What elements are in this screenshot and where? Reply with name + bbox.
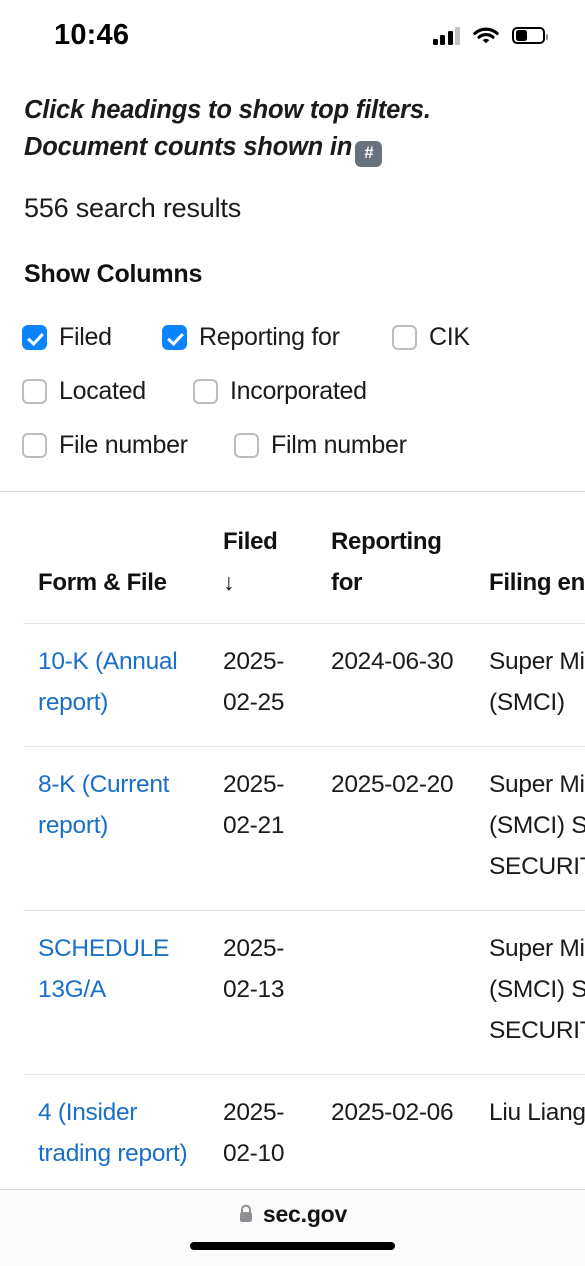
checkbox-filed-label: Filed [59,322,112,351]
search-results-table: Form & File Filed ↓ Reporting for Filing… [23,492,585,1189]
column-header-form-file[interactable]: Form & File [23,492,209,624]
checkbox-row: Filed Reporting for CIK [22,310,563,364]
cell-form-file: 8-K (Current report) [23,746,209,911]
hash-badge-icon: # [355,141,383,167]
cell-filing-entity: Super Micro Computer Inc (SMCI) SUSQUEHA… [475,910,585,1075]
checkbox-cik-box[interactable] [392,324,417,350]
column-header-form-file-label: Form & File [38,569,167,596]
cell-form-file: 10-K (Annual report) [23,623,209,747]
checkbox-located[interactable]: Located [22,377,193,406]
filter-hint-text: Click headings to show top filters. Docu… [0,92,585,167]
table-row: 8-K (Current report) 2025-02-21 2025-02-… [23,746,585,911]
cell-form-file: SCHEDULE 13G/A [23,910,209,1075]
checkbox-row: Located Incorporated [22,364,563,418]
filter-hint-line-2: Document counts shown in # [24,129,561,167]
cell-filing-entity: Super Micro Computer Inc (SMCI) SUSQUEHA… [475,746,585,911]
sort-descending-arrow-icon: ↓ [223,569,235,595]
column-header-filing-entity-label: Filing entity/person [489,569,585,596]
checkbox-file-number[interactable]: File number [22,431,234,460]
battery-icon [512,26,548,44]
table-row: 10-K (Annual report) 2025-02-25 2024-06-… [23,623,585,747]
filter-hint-line-1: Click headings to show top filters. [24,96,431,124]
checkbox-row: File number Film number [22,418,563,472]
form-type-link[interactable]: 10-K (Annual report) [38,648,178,716]
table-header-row: Form & File Filed ↓ Reporting for Filing… [23,492,585,624]
status-bar: 10:46 [0,0,585,70]
cell-filed: 2025-02-25 [209,623,317,747]
browser-bottom-bar: sec.gov [0,1189,585,1266]
form-type-link[interactable]: 8-K (Current report) [38,771,169,839]
checkbox-incorporated-label: Incorporated [230,376,367,405]
status-bar-indicators [432,26,548,45]
search-results-table-wrap: Form & File Filed ↓ Reporting for Filing… [0,491,585,1189]
cell-form-file: 4 (Insider trading report) [23,1074,209,1189]
cellular-signal-icon [432,26,460,45]
column-header-filed[interactable]: Filed ↓ [209,492,317,624]
column-header-reporting-for-label: Reporting for [331,528,442,596]
lock-icon [238,1204,254,1224]
cell-filing-entity: Liu Liang [475,1074,585,1189]
checkbox-filed[interactable]: Filed [22,323,162,352]
checkbox-cik-label: CIK [429,322,470,351]
cell-filed: 2025-02-10 [209,1074,317,1189]
form-type-link[interactable]: 4 (Insider trading report) [38,1099,188,1167]
cell-filing-entity: Super Micro Computer Inc (SMCI) [475,623,585,747]
checkbox-located-box[interactable] [22,378,47,404]
column-header-filed-label: Filed [223,528,278,555]
filter-hint-line-2-text: Document counts shown in [24,133,353,161]
url-text: sec.gov [262,1200,348,1227]
show-columns-heading: Show Columns [24,260,203,288]
column-header-filing-entity[interactable]: Filing entity/person [475,492,585,624]
table-row: SCHEDULE 13G/A 2025-02-13 Super Micro Co… [23,910,585,1075]
checkbox-film-number-box[interactable] [234,432,259,458]
cell-filed: 2025-02-13 [209,910,317,1075]
table-row: 4 (Insider trading report) 2025-02-10 20… [23,1074,585,1189]
checkbox-reporting-for-label: Reporting for [199,322,340,351]
cell-reporting-for: 2025-02-20 [317,746,475,911]
checkbox-located-label: Located [59,376,146,405]
url-bar[interactable]: sec.gov [0,1190,585,1238]
checkbox-film-number[interactable]: Film number [234,431,407,460]
cell-reporting-for: 2024-06-30 [317,623,475,747]
checkbox-film-number-label: Film number [271,430,407,459]
form-type-link[interactable]: SCHEDULE 13G/A [38,935,169,1003]
page-content: Click headings to show top filters. Docu… [0,70,585,1189]
checkbox-cik[interactable]: CIK [392,323,470,352]
checkbox-file-number-box[interactable] [22,432,47,458]
wifi-icon [473,26,499,45]
search-results-count: 556 search results [24,193,242,223]
show-columns-checkbox-group: Filed Reporting for CIK Located Incorpor… [0,310,585,472]
checkbox-reporting-for[interactable]: Reporting for [162,323,392,352]
home-indicator[interactable] [190,1242,395,1250]
checkbox-incorporated[interactable]: Incorporated [193,377,367,406]
checkbox-filed-box[interactable] [22,324,47,350]
cell-reporting-for [317,910,475,1075]
column-header-reporting-for[interactable]: Reporting for [317,492,475,624]
cell-filed: 2025-02-21 [209,746,317,911]
cell-reporting-for: 2025-02-06 [317,1074,475,1189]
checkbox-incorporated-box[interactable] [193,378,218,404]
status-bar-time: 10:46 [54,18,130,51]
checkbox-file-number-label: File number [59,430,188,459]
checkbox-reporting-for-box[interactable] [162,324,187,350]
